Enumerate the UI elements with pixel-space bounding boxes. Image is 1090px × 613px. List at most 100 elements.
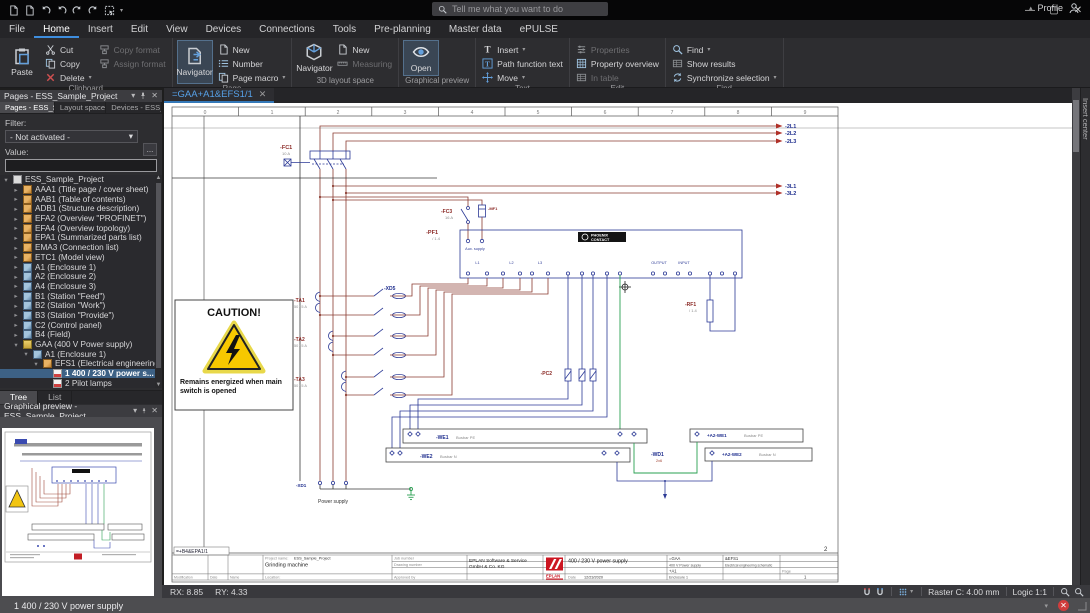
tree-item-selected-page[interactable]: 1 400 / 230 V power s...: [0, 369, 162, 379]
tree-item[interactable]: 2 Pilot lamps: [0, 378, 162, 388]
expand-icon[interactable]: ▾: [32, 360, 40, 368]
expand-icon[interactable]: ▾: [12, 341, 20, 349]
tree-item[interactable]: ▸ADB1 (Structure description): [0, 204, 162, 214]
object-snap-magnet-icon[interactable]: [875, 587, 885, 597]
properties-button[interactable]: Properties: [574, 43, 661, 56]
expand-icon[interactable]: ▸: [12, 273, 20, 281]
synchronize-selection-button[interactable]: Synchronize selection▾: [670, 71, 779, 84]
expand-icon[interactable]: ▸: [12, 282, 20, 290]
tree-scrollbar[interactable]: ▲ ▼: [155, 175, 162, 388]
expand-icon[interactable]: ▸: [12, 263, 20, 271]
expand-icon[interactable]: ▸: [12, 215, 20, 223]
property-overview-button[interactable]: Property overview: [574, 57, 661, 70]
in-table-button[interactable]: In table: [574, 71, 661, 84]
cut-button[interactable]: Cut: [43, 43, 94, 56]
tree-item[interactable]: ▸B3 (Station "Provide"): [0, 311, 162, 321]
tell-me-search-input[interactable]: Tell me what you want to do: [432, 2, 608, 16]
pin-icon[interactable]: [141, 407, 147, 415]
undo-icon[interactable]: [40, 5, 51, 16]
tree-item[interactable]: ▸A4 (Enclosure 3): [0, 282, 162, 292]
tab-close-icon[interactable]: ✕: [259, 89, 267, 100]
tab-insert[interactable]: Insert: [79, 22, 122, 38]
page-macro-button[interactable]: Page macro▾: [216, 71, 288, 84]
expand-icon[interactable]: ▸: [12, 311, 20, 319]
tree-item[interactable]: ▸C2 (Control panel): [0, 320, 162, 330]
tab-devices[interactable]: Devices: [197, 22, 251, 38]
3d-new-button[interactable]: New: [335, 43, 394, 56]
tab-master-data[interactable]: Master data: [440, 22, 511, 38]
tree-item[interactable]: ▸EFA4 (Overview topology): [0, 223, 162, 233]
page-up-icon[interactable]: [8, 5, 19, 16]
error-badge-icon[interactable]: ✕: [1058, 600, 1069, 611]
tree-item[interactable]: ▸EPA1 (Summarized parts list): [0, 233, 162, 243]
collapse-icon[interactable]: ▾: [1044, 602, 1048, 610]
redo-icon[interactable]: [72, 5, 83, 16]
tab-pages[interactable]: Pages - ESS_Sa...: [0, 102, 55, 113]
tree-item-gaa[interactable]: ▾GAA (400 V Power supply): [0, 340, 162, 350]
snap-magnet-icon[interactable]: [862, 587, 872, 597]
qat-customize-icon[interactable]: ▾: [120, 7, 123, 14]
tree-item[interactable]: ▸EMA3 (Connection list): [0, 243, 162, 253]
filter-dropdown[interactable]: - Not activated - ▾: [5, 130, 138, 143]
expand-icon[interactable]: ▸: [12, 331, 20, 339]
tab-epulse[interactable]: ePULSE: [511, 22, 567, 38]
measuring-button[interactable]: Measuring: [335, 57, 394, 70]
copy-format-button[interactable]: Copy format: [97, 43, 168, 56]
tab-pre-planning[interactable]: Pre-planning: [365, 22, 440, 38]
tree-item[interactable]: ▸AAA1 (Title page / cover sheet): [0, 185, 162, 195]
page-new-button[interactable]: New: [216, 43, 288, 56]
tab-view[interactable]: View: [157, 22, 197, 38]
paste-button[interactable]: Paste: [4, 40, 40, 84]
expand-icon[interactable]: ▸: [12, 205, 20, 213]
page-number-button[interactable]: Number: [216, 57, 288, 70]
resize-grip-icon[interactable]: [1077, 601, 1087, 611]
tree-item[interactable]: ▸AAB1 (Table of contents): [0, 194, 162, 204]
redo-list-icon[interactable]: [88, 5, 99, 16]
editor-vertical-scrollbar[interactable]: [1072, 88, 1080, 585]
text-insert-button[interactable]: Insert▾: [480, 43, 565, 56]
schematic-canvas[interactable]: 0123456789 -2L1 -2L2 -2L3 -FC1 10 A -3L1…: [164, 103, 1072, 585]
preview-open-button[interactable]: Open: [403, 40, 439, 76]
tab-file[interactable]: File: [0, 22, 34, 38]
tab-tools[interactable]: Tools: [324, 22, 365, 38]
path-function-text-button[interactable]: Path function text: [480, 57, 565, 70]
expand-icon[interactable]: ▸: [12, 292, 20, 300]
panel-close-icon[interactable]: ✕: [151, 407, 158, 415]
expand-icon[interactable]: ▸: [12, 195, 20, 203]
tab-edit[interactable]: Edit: [122, 22, 157, 38]
page-navigator-button[interactable]: Navigator: [177, 40, 213, 84]
tree-item[interactable]: ▸B1 (Station "Feed"): [0, 291, 162, 301]
tab-connections[interactable]: Connections: [250, 22, 324, 38]
find-button[interactable]: Find▾: [670, 43, 779, 56]
expand-icon[interactable]: ▸: [12, 321, 20, 329]
value-input[interactable]: [5, 159, 157, 172]
preview-thumbnail[interactable]: [2, 428, 154, 596]
delete-button[interactable]: Delete▾: [43, 71, 94, 84]
tree-item[interactable]: ▸EFA2 (Overview "PROFINET"): [0, 214, 162, 224]
logic-scale-indicator[interactable]: Logic 1:1: [1013, 587, 1048, 597]
tree-item[interactable]: ▾EFS1 (Electrical engineering sc...: [0, 359, 162, 369]
panel-menu-icon[interactable]: ▾: [133, 407, 137, 415]
grid-dropdown-icon[interactable]: ▾: [910, 588, 913, 595]
expand-icon[interactable]: ▸: [12, 186, 20, 194]
scroll-up-icon[interactable]: ▲: [155, 175, 162, 181]
insert-center-dock[interactable]: Insert center: [1080, 88, 1090, 598]
scroll-down-icon[interactable]: ▼: [155, 382, 162, 388]
page-down-icon[interactable]: [24, 5, 35, 16]
expand-icon[interactable]: ▾: [22, 350, 30, 358]
undo-list-icon[interactable]: [56, 5, 67, 16]
text-move-button[interactable]: Move▾: [480, 71, 565, 84]
expand-icon[interactable]: ▸: [12, 224, 20, 232]
tree-item-project[interactable]: ▾ESS_Sample_Project: [0, 175, 162, 185]
tab-devices-panel[interactable]: Devices - ESS_S...: [106, 102, 162, 113]
tree-item[interactable]: ▸ETC1 (Model view): [0, 253, 162, 263]
tree-item[interactable]: ▸A1 (Enclosure 1): [0, 262, 162, 272]
expand-icon[interactable]: ▸: [12, 302, 20, 310]
expand-icon[interactable]: ▸: [12, 244, 20, 252]
tree-item[interactable]: ▸A2 (Enclosure 2): [0, 272, 162, 282]
profile-button[interactable]: ▴ Profile: [1029, 2, 1080, 14]
tab-home[interactable]: Home: [34, 22, 79, 38]
3d-navigator-button[interactable]: Navigator: [296, 40, 332, 76]
filter-more-button[interactable]: ...: [143, 143, 157, 156]
select-frame-icon[interactable]: [104, 5, 115, 16]
